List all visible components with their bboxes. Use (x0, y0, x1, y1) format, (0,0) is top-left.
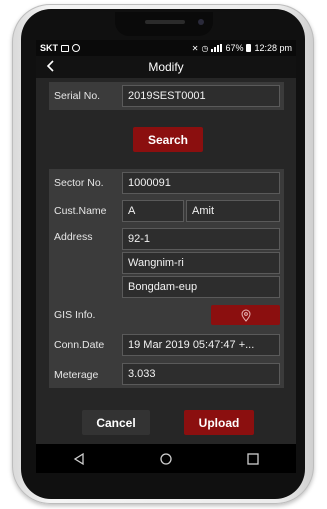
whatsapp-notification-icon (72, 44, 80, 52)
app-screen: SKT ✕ ◷ 67% 12:28 pm Modify Serial No. 2… (36, 40, 296, 473)
gallery-notification-icon (61, 44, 69, 52)
alarm-icon: ◷ (201, 43, 209, 53)
meterage-field[interactable]: 3.033 (122, 363, 280, 385)
conn-date-label: Conn.Date (54, 339, 105, 351)
serial-panel: Serial No. 2019SEST0001 (49, 82, 284, 110)
search-button[interactable]: Search (133, 127, 203, 152)
carrier-label: SKT (40, 43, 58, 53)
address-line2-field[interactable]: Wangnim-ri (122, 252, 280, 274)
serial-input[interactable]: 2019SEST0001 (122, 85, 280, 107)
sector-label: Sector No. (54, 177, 104, 189)
battery-percent: 67% (225, 43, 244, 53)
back-icon[interactable] (44, 59, 58, 73)
battery-icon (246, 44, 252, 52)
android-nav-bar (36, 444, 296, 473)
gis-location-button[interactable] (211, 305, 280, 325)
sector-field[interactable]: 1000091 (122, 172, 280, 194)
cust-name-field[interactable]: Amit (186, 200, 280, 222)
mute-icon: ✕ (191, 43, 199, 53)
status-bar: SKT ✕ ◷ 67% 12:28 pm (36, 40, 296, 56)
details-panel: Sector No. 1000091 Cust.Name A Amit Addr… (49, 169, 284, 388)
cancel-button[interactable]: Cancel (82, 410, 150, 435)
conn-date-field[interactable]: 19 Mar 2019 05:47:47 +... (122, 334, 280, 356)
map-pin-icon (240, 309, 251, 322)
nav-home-icon[interactable] (159, 452, 173, 466)
cust-name-label: Cust.Name (54, 205, 107, 217)
nav-recent-icon[interactable] (246, 452, 260, 466)
upload-button[interactable]: Upload (184, 410, 254, 435)
clock: 12:28 pm (254, 43, 292, 53)
address-line1-field[interactable]: 92-1 (122, 228, 280, 250)
nav-back-icon[interactable] (72, 452, 86, 466)
front-camera (198, 19, 204, 25)
app-header: Modify (36, 56, 296, 78)
signal-icon (211, 44, 223, 52)
meterage-label: Meterage (54, 368, 99, 381)
address-line3-field[interactable]: Bongdam-eup (122, 276, 280, 298)
speaker-grille (145, 20, 185, 24)
address-label: Address (54, 231, 93, 243)
gis-label: GIS Info. (54, 309, 96, 321)
page-title: Modify (148, 60, 184, 74)
serial-label: Serial No. (54, 90, 101, 102)
cust-initial-field[interactable]: A (122, 200, 184, 222)
